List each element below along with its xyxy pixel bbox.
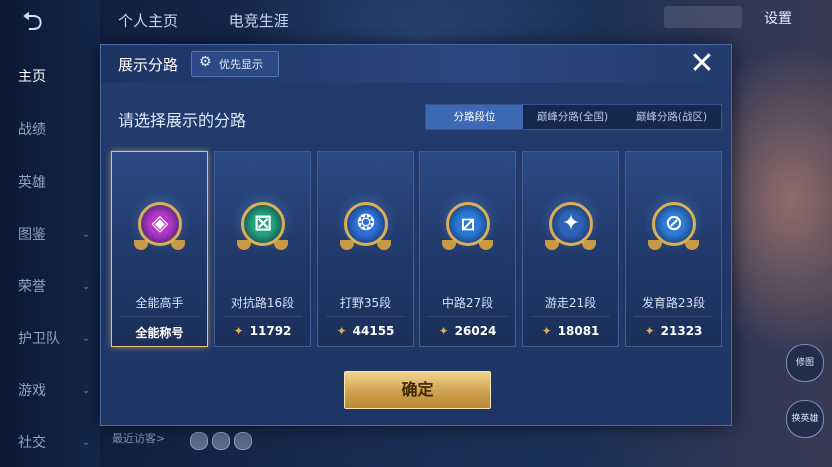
card-divider [634,316,713,317]
sidebar-item[interactable]: 护卫队 ⌄ [18,324,98,354]
card-divider [531,316,610,317]
chevron-down-icon: ⌄ [82,281,91,292]
lane-badge-icon: ⊠ [241,202,285,246]
lane-name: 对抗路16段 [230,296,295,310]
sidebar-item[interactable]: 英雄 [18,168,98,198]
confirm-button[interactable]: 确定 [344,371,491,409]
power-icon: ✦ [438,324,449,338]
lane-score-value: 18081 [557,324,600,338]
show-lane-dialog: 展示分路 ⚙ 优先显示 ✕ 请选择展示的分路 分路段位 巅峰分路(全国) 巅峰分… [100,44,732,426]
sidebar-item-label: 主页 [18,69,46,85]
sidebar-item[interactable]: 荣誉 ⌄ [18,272,98,302]
sidebar-item-label: 荣誉 [18,279,46,295]
tab-peak-lane-national[interactable]: 巅峰分路(全国) [524,105,621,129]
lane-badge-icon: ✦ [549,202,593,246]
card-divider [223,316,302,317]
back-arrow-icon[interactable]: ⮌ [22,9,62,35]
lane-name: 中路27段 [441,296,494,310]
chevron-down-icon: ⌄ [82,229,91,240]
lane-segment-control: 分路段位 巅峰分路(全国) 巅峰分路(战区) [425,104,722,130]
tab-peak-lane-region[interactable]: 巅峰分路(战区) [622,105,721,129]
edit-photo-button[interactable]: 修图 [786,344,824,382]
dialog-title: 展示分路 [118,56,179,74]
sidebar-item[interactable]: 游戏 ⌄ [18,376,98,406]
close-icon[interactable]: ✕ [685,47,719,81]
lane-score: 全能称号 [112,324,207,341]
chevron-down-icon: ⌄ [82,333,91,344]
tab-lane-rank[interactable]: 分路段位 [426,105,523,129]
visitor-avatar[interactable] [190,432,208,450]
lane-name: 游走21段 [544,296,597,310]
sidebar-item-label: 游戏 [18,383,46,399]
lane-badge-icon: ⧄ [446,202,490,246]
sidebar-item[interactable]: 社交 ⌄ [18,428,98,458]
card-divider [428,316,507,317]
power-icon: ✦ [336,324,347,338]
chevron-down-icon: ⌄ [82,385,91,396]
lane-name: 发育路23段 [641,296,706,310]
visitor-avatar[interactable] [212,432,230,450]
power-icon: ✦ [233,324,244,338]
lane-badge-icon: ◈ [138,202,182,246]
lane-score: ✦ 21323 [626,324,721,338]
priority-display-button[interactable]: ⚙ 优先显示 [191,51,279,77]
sidebar-item[interactable]: 主页 [18,62,98,92]
card-divider [326,316,405,317]
card-divider [120,316,199,317]
gear-icon: ⚙ [199,54,212,70]
lane-card[interactable]: ◈ 全能高手全能称号 [111,151,208,347]
lane-card[interactable]: ⊘ 发育路23段 ✦ 21323 [625,151,722,347]
lane-score: ✦ 18081 [523,324,618,338]
lane-score-value: 全能称号 [135,326,184,340]
visitor-avatar[interactable] [234,432,252,450]
lane-score-value: 44155 [352,324,395,338]
lane-card[interactable]: ❂ 打野35段 ✦ 44155 [317,151,414,347]
tab-esports-career[interactable]: 电竞生涯 [229,12,289,30]
top-tabs: 个人主页 电竞生涯 [118,10,335,31]
tab-personal-home[interactable]: 个人主页 [118,12,178,30]
recent-visitors-link[interactable]: 最近访客> [112,430,165,446]
priority-display-label: 优先显示 [219,58,263,71]
status-chip [664,6,742,28]
sidebar: ⮌ 主页战绩英雄图鉴 ⌄ 荣誉 ⌄ 护卫队 ⌄ 游戏 ⌄ 社交 ⌄ [0,0,100,467]
lane-score: ✦ 26024 [420,324,515,338]
sidebar-item-label: 社交 [18,435,46,451]
lane-score: ✦ 44155 [318,324,413,338]
change-hero-button[interactable]: 换英雄 [786,400,824,438]
lane-score: ✦ 11792 [215,324,310,338]
sidebar-item-label: 战绩 [18,122,46,138]
lane-name: 打野35段 [339,296,392,310]
dialog-header: 展示分路 ⚙ 优先显示 ✕ [101,45,731,83]
chevron-down-icon: ⌄ [82,437,91,448]
sidebar-item[interactable]: 图鉴 ⌄ [18,220,98,250]
sidebar-item[interactable]: 战绩 [18,115,98,145]
sidebar-item-label: 护卫队 [18,331,60,347]
lane-score-value: 26024 [454,324,497,338]
settings-button[interactable]: 设置 [764,8,792,28]
power-icon: ✦ [644,324,655,338]
select-lane-prompt: 请选择展示的分路 [118,111,247,130]
sidebar-item-label: 图鉴 [18,227,46,243]
lane-name: 全能高手 [135,296,184,310]
lane-card[interactable]: ⊠ 对抗路16段 ✦ 11792 [214,151,311,347]
lane-card[interactable]: ⧄ 中路27段 ✦ 26024 [419,151,516,347]
lane-card[interactable]: ✦ 游走21段 ✦ 18081 [522,151,619,347]
lane-badge-icon: ❂ [344,202,388,246]
lane-badge-icon: ⊘ [652,202,696,246]
power-icon: ✦ [541,324,552,338]
lane-score-value: 21323 [660,324,703,338]
sidebar-item-label: 英雄 [18,175,46,191]
lane-score-value: 11792 [249,324,292,338]
